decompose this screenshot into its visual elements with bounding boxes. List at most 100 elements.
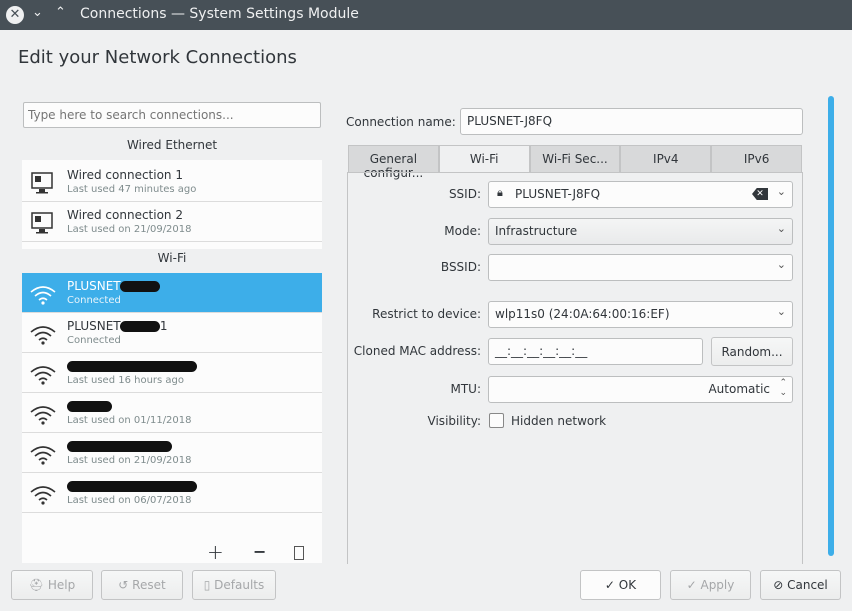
connection-status: Last used on 21/09/2018	[67, 224, 192, 235]
tab-wifi[interactable]: Wi-Fi	[438, 145, 530, 173]
list-item[interactable]: Last used on 06/07/2018	[22, 473, 322, 513]
mtu-spinbox[interactable]: Automatic ⌃ ⌄	[488, 376, 793, 403]
reset-icon: ↺	[118, 578, 133, 592]
remove-connection-button[interactable]: −	[253, 542, 266, 561]
wifi-icon	[30, 406, 56, 425]
ssid-combo[interactable]: 🔒︎ PLUSNET-J8FQ ✕ ⌄	[488, 181, 793, 208]
tab-general[interactable]: General configur...	[348, 145, 439, 180]
mtu-value: Automatic	[708, 382, 770, 396]
device-label: Restrict to device:	[372, 307, 481, 321]
chevron-down-icon[interactable]: ⌄	[777, 258, 786, 271]
cancel-icon: ⊘	[773, 578, 788, 592]
minimize-icon[interactable]: ⌄	[32, 5, 43, 20]
connection-status: Connected	[67, 335, 121, 346]
wifi-icon	[30, 486, 56, 505]
spin-arrows-icon[interactable]: ⌃ ⌄	[779, 378, 787, 398]
list-item[interactable]: PLUSNET- Connected	[22, 273, 322, 313]
redacted-text	[67, 361, 197, 372]
connection-name-label: Connection name:	[346, 115, 456, 129]
help-button[interactable]: ⛑︎ Help	[11, 570, 93, 600]
device-value: wlp11s0 (24:0A:64:00:16:EF)	[495, 307, 670, 321]
wired-network-icon	[31, 212, 53, 234]
connection-status: Last used 47 minutes ago	[67, 184, 197, 195]
wifi-icon	[30, 366, 56, 385]
check-icon: ✓	[686, 578, 701, 592]
mac-label: Cloned MAC address:	[353, 344, 481, 358]
apply-label: Apply	[700, 578, 735, 592]
search-input[interactable]	[23, 102, 321, 128]
lock-icon: 🔒︎	[497, 186, 503, 199]
wifi-icon	[30, 286, 56, 305]
close-icon[interactable]: ✕	[6, 6, 24, 24]
check-icon: ✓	[604, 578, 619, 592]
redacted-text	[119, 281, 160, 292]
defaults-button[interactable]: ▯ Defaults	[192, 570, 276, 600]
redacted-text	[67, 481, 197, 492]
list-item[interactable]: Wired connection 2 Last used on 21/09/20…	[22, 202, 322, 242]
page-title: Edit your Network Connections	[18, 47, 297, 68]
wifi-icon	[30, 446, 56, 465]
redacted-text	[67, 441, 172, 452]
list-item[interactable]: Wired connection 1 Last used 47 minutes …	[22, 162, 322, 202]
list-item[interactable]: Last used 16 hours ago	[22, 353, 322, 393]
ok-label: OK	[618, 578, 637, 592]
random-mac-button[interactable]: Random...	[711, 337, 793, 366]
tab-ipv6[interactable]: IPv6	[711, 145, 802, 173]
ssid-value: PLUSNET-J8FQ	[515, 187, 601, 201]
bssid-label: BSSID:	[440, 260, 481, 274]
add-connection-button[interactable]: +	[207, 540, 224, 564]
redacted-text	[119, 321, 160, 332]
connection-name: PLUSNET-	[67, 279, 160, 293]
tab-wifi-security[interactable]: Wi-Fi Sec...	[529, 145, 621, 173]
defaults-icon: ▯	[203, 578, 215, 592]
hidden-network-checkbox[interactable]	[489, 413, 504, 428]
defaults-label: Defaults	[214, 578, 265, 592]
window-title: Connections — System Settings Module	[80, 6, 359, 22]
mode-select[interactable]: Infrastructure ⌄	[488, 218, 793, 245]
connection-status: Last used 16 hours ago	[67, 375, 185, 386]
mode-label: Mode:	[444, 224, 481, 238]
bssid-combo[interactable]: ⌄	[488, 254, 793, 281]
wifi-icon	[30, 326, 56, 345]
connection-name: Wired connection 2	[67, 208, 183, 222]
help-icon: ⛑︎	[28, 578, 48, 592]
reset-button[interactable]: ↺ Reset	[101, 570, 183, 600]
cancel-button[interactable]: ⊘ Cancel	[760, 570, 841, 600]
connection-name	[67, 359, 197, 373]
mac-input[interactable]: __:__:__:__:__:__	[488, 338, 703, 365]
connection-status: Last used on 06/07/2018	[67, 495, 192, 506]
chevron-down-icon[interactable]: ⌄	[777, 305, 786, 318]
connection-name: PLUSNET- 1	[67, 319, 168, 333]
clear-icon[interactable]: ✕	[752, 188, 768, 200]
connection-status: Last used on 21/09/2018	[67, 455, 192, 466]
help-label: Help	[47, 578, 76, 592]
cancel-label: Cancel	[787, 578, 828, 592]
maximize-icon[interactable]: ⌃	[55, 5, 66, 20]
device-combo[interactable]: wlp11s0 (24:0A:64:00:16:EF) ⌄	[488, 301, 793, 328]
ssid-label: SSID:	[448, 187, 481, 201]
apply-button[interactable]: ✓ Apply	[670, 570, 751, 600]
section-wired: Wired Ethernet	[126, 138, 218, 152]
list-item[interactable]: Last used on 21/09/2018	[22, 433, 322, 473]
import-icon[interactable]	[294, 546, 304, 560]
connection-name	[67, 479, 197, 493]
ok-button[interactable]: ✓ OK	[580, 570, 661, 600]
tab-ipv4[interactable]: IPv4	[620, 145, 712, 173]
connection-name-input[interactable]: PLUSNET-J8FQ	[460, 108, 803, 135]
wired-network-icon	[31, 172, 53, 194]
chevron-down-icon[interactable]: ⌄	[777, 185, 786, 198]
list-item[interactable]: Last used on 01/11/2018	[22, 393, 322, 433]
chevron-down-icon: ⌄	[776, 222, 786, 235]
section-wifi: Wi-Fi	[22, 249, 322, 273]
list-item[interactable]: PLUSNET- 1 Connected	[22, 313, 322, 353]
connection-name: Wired connection 1	[67, 168, 183, 182]
connection-status: Last used on 01/11/2018	[67, 415, 192, 426]
connection-name	[67, 439, 172, 453]
connection-status: Connected	[67, 295, 121, 306]
hidden-network-label: Hidden network	[511, 414, 607, 428]
connection-name	[67, 399, 112, 413]
reset-label: Reset	[132, 578, 166, 592]
visibility-label: Visibility:	[427, 414, 481, 428]
scrollbar[interactable]	[828, 96, 834, 556]
mtu-label: MTU:	[450, 382, 481, 396]
